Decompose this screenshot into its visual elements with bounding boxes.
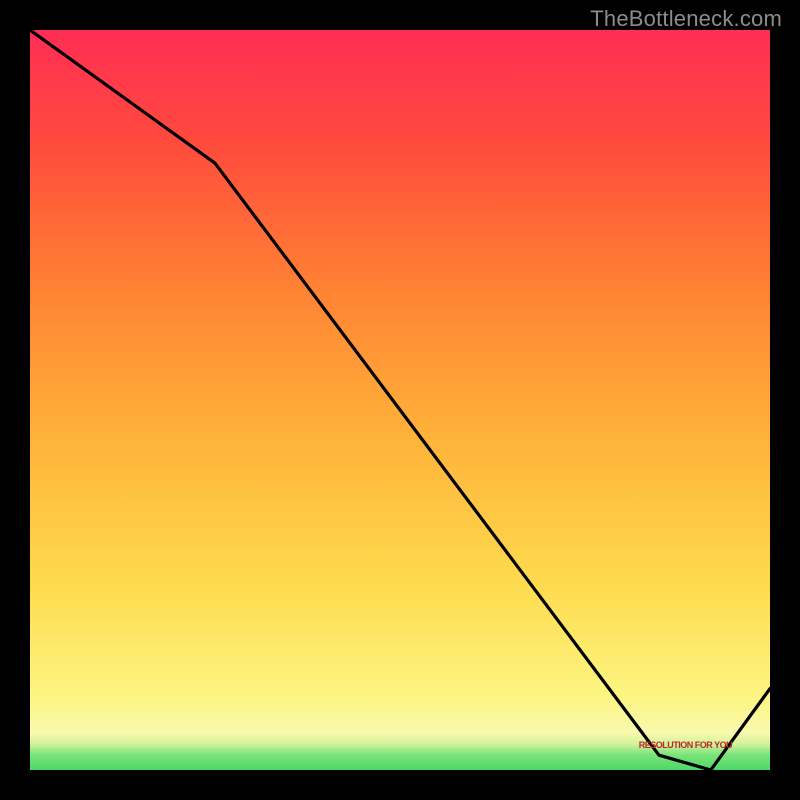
chart-background-gradient xyxy=(30,30,770,770)
plot-area: RESOLUTION FOR YOU xyxy=(30,30,770,770)
optimal-resolution-annotation: RESOLUTION FOR YOU xyxy=(639,740,732,750)
chart-frame: TheBottleneck.com RESOLUTION FOR YOU xyxy=(0,0,800,800)
chart-svg xyxy=(30,30,770,770)
watermark-text: TheBottleneck.com xyxy=(590,6,782,32)
